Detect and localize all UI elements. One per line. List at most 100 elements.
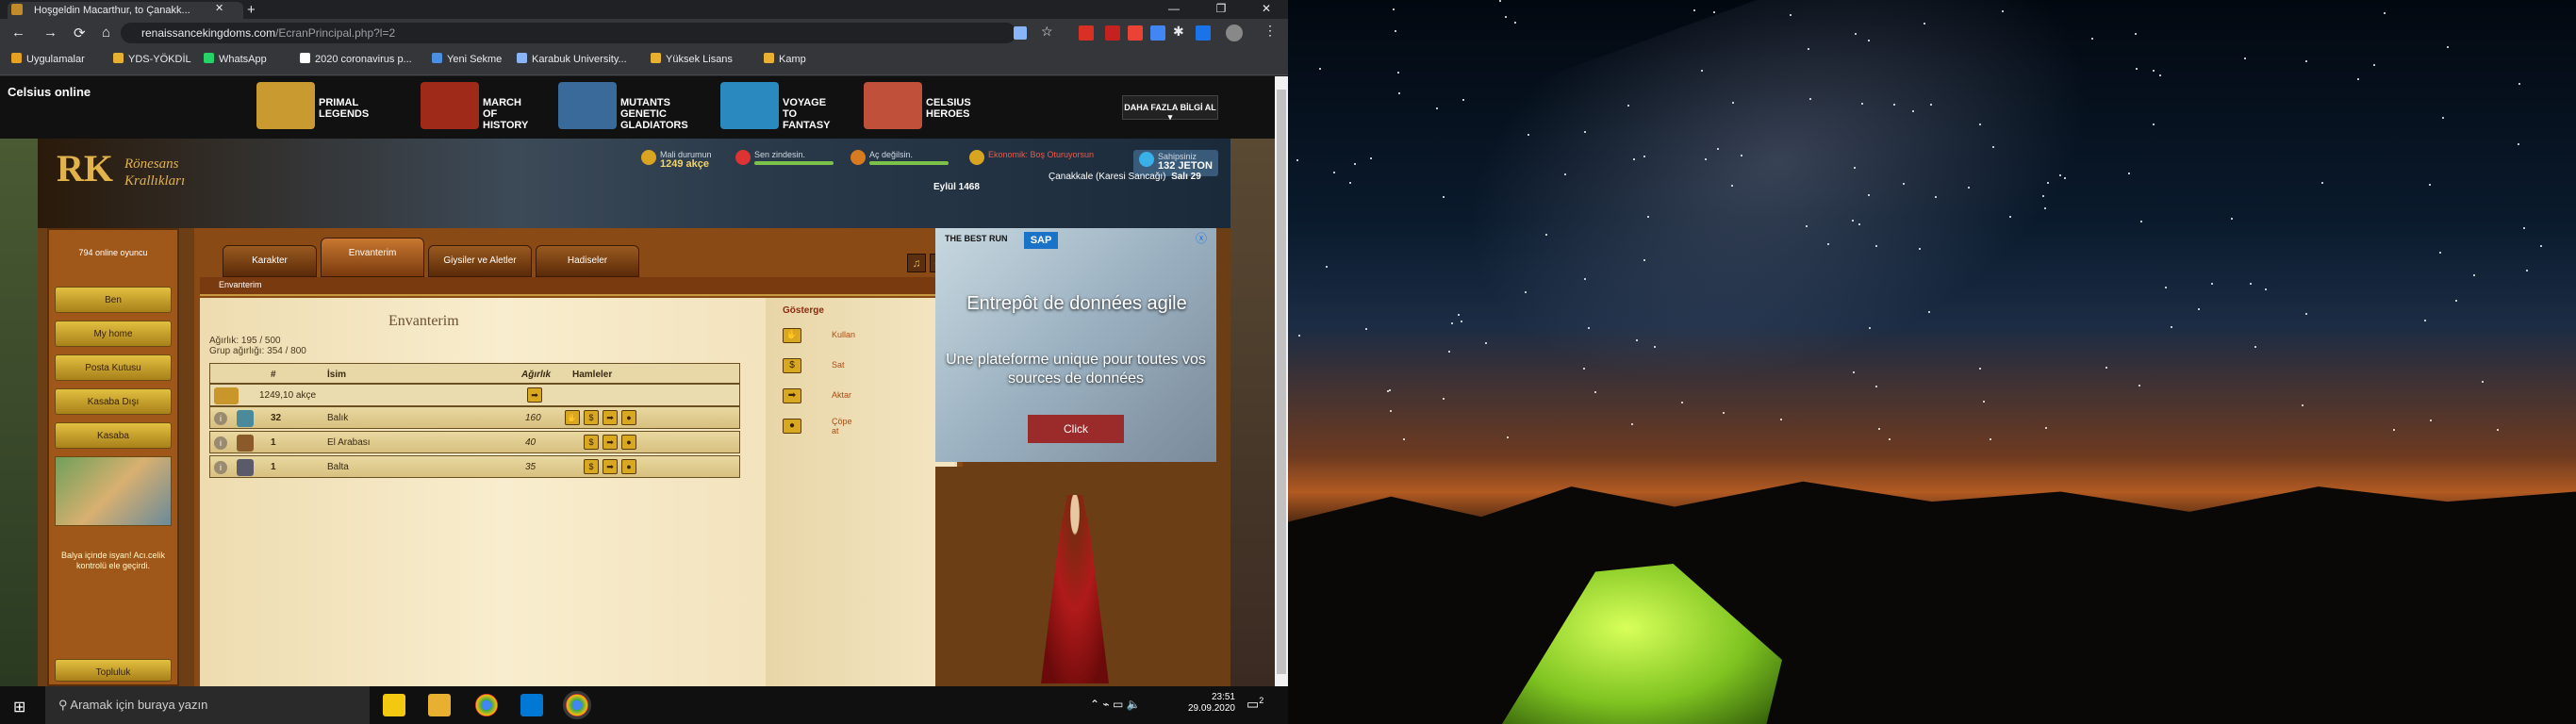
star: [1564, 173, 1566, 175]
bookmark-item[interactable]: 2020 coronavirus p...: [300, 53, 412, 65]
more-info-button[interactable]: DAHA FAZLA BİLGİ AL ▾: [1122, 95, 1218, 122]
community-button[interactable]: Topluluk: [55, 659, 172, 682]
taskbar-search[interactable]: ⚲ Aramak için buraya yazın: [45, 686, 370, 724]
game-link[interactable]: VOYAGE TO FANTASY: [783, 88, 831, 137]
game-link[interactable]: MUTANTS GENETIC GLADIATORS: [620, 88, 688, 137]
character-figure[interactable]: [1041, 495, 1109, 683]
ad-close-icon[interactable]: ⓧ: [1196, 230, 1209, 245]
sell-button[interactable]: $: [584, 459, 599, 474]
notification-icon[interactable]: ▭2: [1247, 696, 1263, 713]
game-thumbnail[interactable]: [558, 82, 617, 129]
game-thumbnail[interactable]: [421, 82, 479, 129]
job-label: Ekonomik: Boş Oturuyorsun: [988, 150, 1095, 159]
music-icon[interactable]: ♫: [907, 254, 926, 272]
transfer-button[interactable]: ➡: [603, 435, 618, 450]
new-tab-button[interactable]: +: [247, 2, 256, 18]
outlook-icon[interactable]: [520, 694, 543, 716]
bookmark-item[interactable]: Kamp: [764, 53, 806, 65]
puzzle-icon[interactable]: ✱: [1173, 24, 1184, 40]
tab-giysiler-ve-aletler[interactable]: Giysiler ve Aletler: [428, 245, 532, 277]
game-link[interactable]: MARCH OF HISTORY: [483, 88, 528, 137]
star: [1514, 22, 1516, 24]
star: [2526, 270, 2528, 272]
star: [2305, 313, 2307, 315]
bookmark-item[interactable]: Yeni Sekme: [432, 53, 502, 65]
star: [1527, 134, 1529, 136]
scrollbar-thumb[interactable]: [1277, 90, 1286, 674]
health-label: Sen zindesin.: [754, 150, 806, 159]
info-icon[interactable]: i: [214, 412, 227, 425]
logo-letters[interactable]: RK: [57, 146, 113, 190]
info-icon[interactable]: i: [214, 461, 227, 474]
legend-panel: Gösterge ✋ Kullan $ Sat ➡ Aktar ● Çöpe at: [766, 298, 954, 686]
town-image[interactable]: [55, 456, 172, 526]
menu-button-ben[interactable]: Ben: [55, 287, 172, 313]
game-thumbnail[interactable]: [720, 82, 779, 129]
minimize-button[interactable]: —: [1160, 2, 1188, 15]
sticky-notes-icon[interactable]: [383, 694, 405, 716]
forward-button[interactable]: →: [43, 25, 58, 41]
chrome-active-icon[interactable]: [563, 691, 591, 719]
maximize-button[interactable]: ❐: [1207, 2, 1235, 15]
star: [2393, 429, 2395, 431]
tab-hadiseler[interactable]: Hadiseler: [536, 245, 639, 277]
bookmark-item[interactable]: WhatsApp: [204, 53, 267, 65]
health-status[interactable]: Sen zindesin.: [735, 150, 834, 174]
browser-tab[interactable]: Hoşgeldin Macarthur, to Çanakk...: [8, 2, 243, 19]
chrome-icon[interactable]: [475, 694, 498, 716]
menu-button-outside-town[interactable]: Kasaba Dışı: [55, 388, 172, 415]
game-link[interactable]: CELSIUS HEROES: [926, 88, 971, 137]
use-button[interactable]: ✋: [565, 410, 580, 425]
menu-button-town[interactable]: Kasaba: [55, 422, 172, 449]
trash-button[interactable]: ●: [621, 435, 636, 450]
url-text[interactable]: renaissancekingdoms.com/EcranPrincipal.p…: [141, 26, 395, 40]
transfer-button[interactable]: ➡: [603, 459, 618, 474]
ad-body: Une plateforme unique pour toutes vos so…: [946, 352, 1206, 387]
sub-header-title: Envanterim: [219, 280, 262, 289]
location-text[interactable]: Çanakkale (Karesi Sancağı): [1049, 172, 1166, 182]
start-button[interactable]: ⊞: [13, 698, 25, 716]
transfer-button[interactable]: ➡: [603, 410, 618, 425]
close-tab-icon[interactable]: ✕: [215, 2, 223, 14]
extension-icon[interactable]: [1105, 25, 1120, 41]
extension-icon[interactable]: [1150, 25, 1165, 41]
translate-icon[interactable]: [1014, 26, 1027, 40]
game-link[interactable]: PRIMAL LEGENDS: [319, 88, 369, 137]
tab-envanterim[interactable]: Envanterim: [321, 238, 424, 277]
clock[interactable]: 23:51 29.09.2020: [1179, 692, 1235, 715]
bookmark-item[interactable]: Uygulamalar: [11, 53, 85, 65]
star: [1395, 30, 1396, 32]
info-icon[interactable]: i: [214, 436, 227, 450]
system-tray-icons[interactable]: ⌃ ⌁ ▭ 🔈: [1090, 698, 1141, 711]
avatar[interactable]: [1226, 25, 1243, 41]
celsius-logo[interactable]: Celsius online: [8, 86, 91, 99]
bookmark-item[interactable]: Karabuk University...: [517, 53, 627, 65]
star-icon[interactable]: ☆: [1041, 24, 1053, 40]
file-explorer-icon[interactable]: [428, 694, 451, 716]
bookmark-label: Yeni Sekme: [447, 54, 503, 65]
star: [1855, 33, 1857, 35]
reload-button[interactable]: ⟳: [74, 25, 86, 41]
menu-button-my-home[interactable]: My home: [55, 321, 172, 347]
close-window-button[interactable]: ✕: [1252, 2, 1280, 15]
bookmark-item[interactable]: YDS-YÖKDİL: [113, 53, 191, 65]
sap-advertisement[interactable]: THE BEST RUN SAP ⓧ Entrepôt de données a…: [935, 228, 1216, 462]
ad-click-button[interactable]: Click: [1028, 415, 1124, 443]
extension-icon[interactable]: [1196, 25, 1211, 41]
menu-button-mailbox[interactable]: Posta Kutusu: [55, 354, 172, 381]
game-thumbnail[interactable]: [256, 82, 315, 129]
money-status[interactable]: Mali durumun 1249 akçe: [641, 150, 712, 174]
bookmark-item[interactable]: Yüksek Lisans: [651, 53, 733, 65]
game-thumbnail[interactable]: [864, 82, 922, 129]
home-button[interactable]: ⌂: [102, 25, 110, 41]
trash-button[interactable]: ●: [621, 410, 636, 425]
transfer-money-button[interactable]: ➡: [527, 387, 542, 403]
back-button[interactable]: ←: [11, 25, 25, 41]
sell-button[interactable]: $: [584, 435, 599, 450]
extension-icon[interactable]: [1128, 25, 1143, 41]
tab-karakter[interactable]: Karakter: [223, 245, 317, 277]
menu-icon[interactable]: ⋮: [1263, 23, 1277, 39]
pdf-extension-icon[interactable]: [1079, 25, 1094, 41]
sell-button[interactable]: $: [584, 410, 599, 425]
trash-button[interactable]: ●: [621, 459, 636, 474]
